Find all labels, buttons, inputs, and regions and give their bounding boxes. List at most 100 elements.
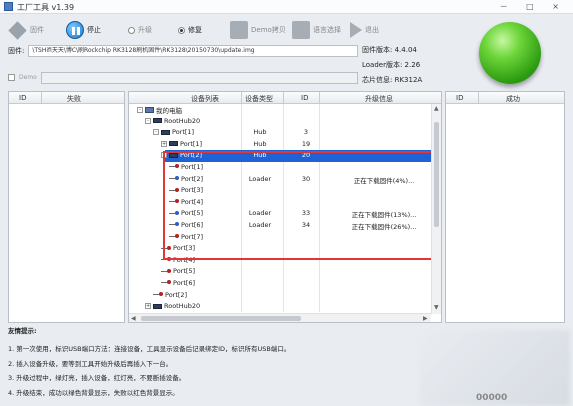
tip-line: 3. 升级过程中，绿灯亮，插入设备，红灯亮，不要断插设备。 [8, 374, 186, 382]
device-name: Port[4] [173, 255, 196, 264]
language-button[interactable]: 语言选择 [292, 20, 341, 40]
radio-icon [178, 26, 185, 34]
device-name: RootHub20 [164, 302, 201, 311]
device-status: 正在下载固件(26%)... [351, 222, 417, 231]
firmware-row: 固件: \TSHifi天天\博C\刷Rockchip RK3128刷机固件\RK… [8, 44, 358, 57]
usb-device-icon [169, 210, 179, 216]
device-name: Port[2] [181, 174, 204, 183]
device-node: - Port[2] [161, 151, 202, 159]
firmware-label: 固件: [8, 46, 25, 55]
tip-line: 2. 插入设备升级，要等到工具开始升级后再插入下一台。 [8, 359, 173, 368]
device-row[interactable]: Port[4] [129, 255, 431, 267]
repair-radio[interactable]: 修复 [178, 20, 202, 40]
device-tree[interactable]: - 我的电脑 - RootHub20- Port[1] Hub 3 + Port[1] Hub 19… [129, 104, 433, 313]
gear-icon [292, 21, 310, 39]
collapse-icon[interactable]: - [145, 117, 151, 124]
device-id: 34 [301, 220, 311, 229]
title-bar: 工厂工具 v1.39 － □ × [0, 0, 573, 14]
success-panel: ID 成功 [445, 91, 565, 323]
failed-header: ID 失败 [9, 92, 124, 104]
stop-button[interactable]: 停止 [66, 20, 101, 40]
device-name: Port[1] [180, 139, 203, 148]
device-name: Port[3] [181, 186, 204, 195]
device-name: Port[5] [173, 267, 196, 276]
usb-hub-icon [153, 303, 162, 309]
firmware-path-field[interactable]: \TSHifi天天\博C\刷Rockchip RK3128刷机固件\RK3128… [28, 44, 358, 57]
computer-icon [145, 107, 154, 113]
device-id: 3 [303, 128, 309, 137]
device-id: 20 [301, 151, 311, 160]
scroll-down-icon[interactable]: ▼ [434, 304, 439, 311]
usb-hub-icon [169, 141, 178, 147]
device-row[interactable]: - Port[1] Hub 3 [129, 127, 431, 139]
usb-port-icon [161, 257, 171, 262]
device-name: Port[2] [180, 151, 203, 160]
device-name: RootHub20 [164, 116, 201, 125]
device-row[interactable]: Port[4] [129, 197, 431, 209]
col-device: 设备列表 [191, 95, 219, 103]
tip-line: 1. 第一次使用，标识USB端口方法：连接设备，工具显示设备后记录绑定ID，标识… [8, 345, 291, 353]
device-row[interactable]: Port[2] Loader 30 正在下载固件(4%)... [129, 174, 431, 186]
demo-copy-button[interactable]: Demo拷贝 [230, 20, 286, 40]
exit-button[interactable]: 退出 [350, 20, 379, 40]
device-status: 正在下载固件(4%)... [353, 176, 415, 185]
usb-hub-icon [153, 118, 162, 124]
device-row[interactable]: Port[6] [129, 278, 431, 290]
device-node: + RootHub20 [145, 302, 200, 310]
horizontal-scrollbar[interactable]: ◀ ▶ [129, 313, 431, 322]
device-type: Loader [248, 209, 272, 218]
start-button[interactable] [479, 22, 541, 84]
device-row[interactable]: Port[6] Loader 34 正在下载固件(26%)... [129, 220, 431, 232]
demo-checkbox[interactable] [8, 74, 15, 81]
device-row[interactable]: - RootHub20 [129, 116, 431, 128]
vertical-scrollbar[interactable]: ▲ ▼ [431, 104, 441, 314]
scroll-thumb[interactable] [434, 122, 439, 227]
usb-port-icon [169, 199, 179, 204]
device-row[interactable]: - Port[2] Hub 20 [161, 150, 433, 162]
device-node: Port[2] [153, 291, 187, 299]
device-row[interactable]: + RootHub20 [129, 301, 431, 313]
usb-port-icon [169, 164, 179, 169]
device-row[interactable]: Port[2] [129, 290, 431, 302]
expand-icon[interactable]: + [161, 140, 167, 147]
hscroll-thumb[interactable] [141, 316, 301, 321]
device-node: Port[2] [169, 175, 203, 183]
device-row[interactable]: Port[3] [129, 185, 431, 197]
scroll-right-icon[interactable]: ▶ [423, 315, 428, 322]
device-row[interactable]: Port[1] [129, 162, 431, 174]
device-id: 19 [301, 139, 311, 148]
device-node: Port[4] [169, 198, 203, 206]
tips-title: 友情提示: [8, 327, 37, 335]
expand-icon[interactable]: + [145, 303, 151, 310]
device-row[interactable]: - 我的电脑 [129, 104, 431, 116]
device-node: - RootHub20 [145, 117, 200, 125]
collapse-icon[interactable]: - [161, 152, 167, 159]
collapse-icon[interactable]: - [137, 107, 143, 113]
firmware-button[interactable]: 固件 [8, 20, 44, 40]
success-col-status: 成功 [506, 95, 520, 103]
upgrade-radio[interactable]: 升级 [128, 20, 152, 40]
usb-port-icon [161, 268, 171, 274]
device-id: 30 [301, 174, 311, 183]
device-type: Hub [253, 139, 267, 148]
demo-path-field[interactable] [40, 71, 358, 84]
device-row[interactable]: Port[5] Loader 33 正在下载固件(13%)... [129, 208, 431, 220]
device-row[interactable]: Port[5] [129, 266, 431, 278]
demo-row: Demo [8, 71, 358, 84]
device-row[interactable]: Port[3] [129, 243, 431, 255]
device-row[interactable]: + Port[1] Hub 19 [129, 139, 431, 151]
usb-port-icon [169, 234, 179, 239]
demo-label: Demo [19, 74, 37, 81]
success-col-id: ID [456, 94, 464, 102]
usb-port-icon [161, 245, 171, 251]
loader-version: Loader版本: 2.26 [362, 61, 421, 69]
scroll-up-icon[interactable]: ▲ [434, 105, 439, 112]
usb-port-icon [161, 280, 171, 285]
scroll-left-icon[interactable]: ◀ [131, 315, 136, 322]
window-controls[interactable]: － □ × [500, 1, 567, 12]
device-row[interactable]: Port[7] [129, 232, 431, 244]
device-node: Port[5] [161, 267, 195, 275]
collapse-icon[interactable]: - [153, 129, 159, 136]
pause-icon [66, 21, 84, 39]
device-type: Hub [253, 128, 267, 137]
